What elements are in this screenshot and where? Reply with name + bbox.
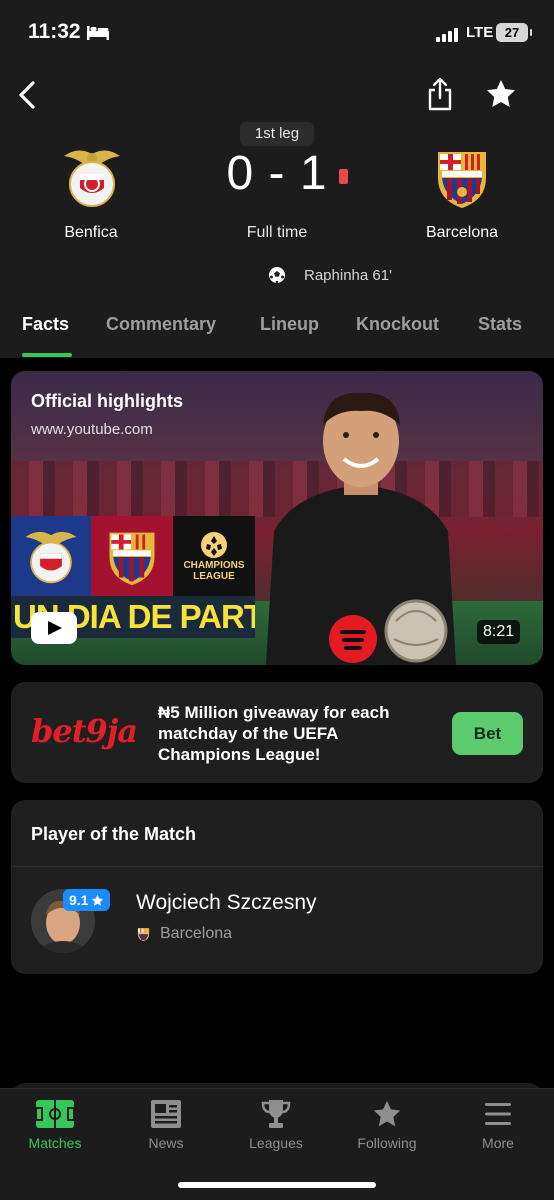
tab-knockout[interactable]: Knockout (356, 314, 439, 335)
club-logos-strip: CHAMPIONS LEAGUE (11, 516, 255, 596)
goal-event: Raphinha 61' (268, 266, 392, 284)
player-club-name: Barcelona (160, 925, 233, 942)
status-bar: 11:32 LTE 27 (0, 0, 554, 66)
bet-button[interactable]: Bet (452, 712, 523, 755)
favorite-star-icon[interactable] (485, 78, 517, 110)
network-type: LTE (466, 24, 494, 41)
active-tab-indicator (22, 353, 72, 357)
football-icon (269, 267, 285, 284)
nav-matches[interactable]: Matches (5, 1099, 105, 1151)
player-of-match-heading: Player of the Match (31, 824, 197, 844)
ad-text: ₦5 Million giveaway for each matchday of… (158, 703, 390, 764)
nav-more[interactable]: More (448, 1099, 548, 1151)
player-of-match-card[interactable]: Player of the Match 9.1 Wojciech Szczesn… (11, 800, 543, 974)
player-club: Barcelona (136, 925, 232, 943)
benfica-crest-icon[interactable] (60, 144, 124, 210)
youtube-play-icon[interactable] (31, 612, 77, 644)
spotify-logo-icon (329, 615, 377, 663)
nav-following[interactable]: Following (337, 1099, 437, 1151)
barcelona-crest-icon[interactable] (430, 144, 494, 210)
tab-commentary[interactable]: Commentary (106, 314, 216, 335)
status-time: 11:32 (28, 20, 81, 43)
player-name[interactable]: Wojciech Szczesny (136, 891, 317, 915)
tab-facts[interactable]: Facts (22, 314, 69, 335)
highlights-url: www.youtube.com (31, 421, 153, 438)
menu-icon (485, 1103, 511, 1125)
sleep-focus-icon (87, 26, 109, 40)
benfica-logo-icon (11, 516, 91, 596)
away-team-name[interactable]: Barcelona (382, 224, 542, 242)
tab-lineup[interactable]: Lineup (260, 314, 319, 335)
tab-stats[interactable]: Stats (478, 314, 522, 335)
score: 0 - 1 (226, 147, 328, 200)
newspaper-icon (151, 1100, 181, 1128)
player-rating: 9.1 (69, 892, 89, 908)
back-icon[interactable] (14, 80, 44, 110)
trophy-icon (261, 1100, 291, 1128)
bet9ja-logo: bet9ja (31, 712, 138, 750)
video-duration: 8:21 (477, 620, 521, 644)
share-icon[interactable] (425, 76, 455, 112)
goal-scorer: Raphinha 61' (304, 266, 392, 284)
bet9ja-ad-card[interactable]: bet9ja ₦5 Million giveaway for each matc… (11, 682, 543, 783)
highlights-title: Official highlights (31, 391, 183, 411)
red-card-icon (339, 169, 348, 184)
match-header: 1st leg Benfica 0 - 1 Full time Barcelon… (0, 66, 554, 358)
match-status: Full time (246, 224, 308, 241)
home-team-name[interactable]: Benfica (11, 224, 171, 242)
battery-icon: 27 (496, 23, 532, 42)
home-indicator (178, 1182, 376, 1188)
champions-league-label: CHAMPIONS LEAGUE (183, 560, 245, 582)
nav-leagues[interactable]: Leagues (226, 1099, 326, 1151)
nav-news-label: News (148, 1135, 184, 1151)
leg-badge: 1st leg (240, 122, 314, 146)
rating-star-icon (92, 894, 104, 906)
barcelona-small-crest-icon (137, 928, 150, 942)
nav-matches-label: Matches (28, 1135, 82, 1151)
nav-leagues-label: Leagues (249, 1135, 303, 1151)
pitch-icon (35, 1100, 75, 1128)
nav-more-label: More (482, 1135, 514, 1151)
champions-league-logo-icon: CHAMPIONS LEAGUE (173, 516, 255, 596)
barcelona-logo-icon (91, 516, 173, 596)
nav-following-label: Following (357, 1135, 417, 1151)
player-rating-badge: 9.1 (63, 889, 111, 911)
match-tabs: Facts Commentary Lineup Knockout Stats (0, 310, 554, 358)
nav-news[interactable]: News (116, 1099, 216, 1151)
cellular-signal-icon (436, 26, 458, 42)
star-icon (373, 1100, 401, 1127)
divider (11, 866, 543, 867)
highlights-video-card[interactable]: CHAMPIONS LEAGUE UN DIA DE PARTIT Offici… (11, 371, 543, 665)
